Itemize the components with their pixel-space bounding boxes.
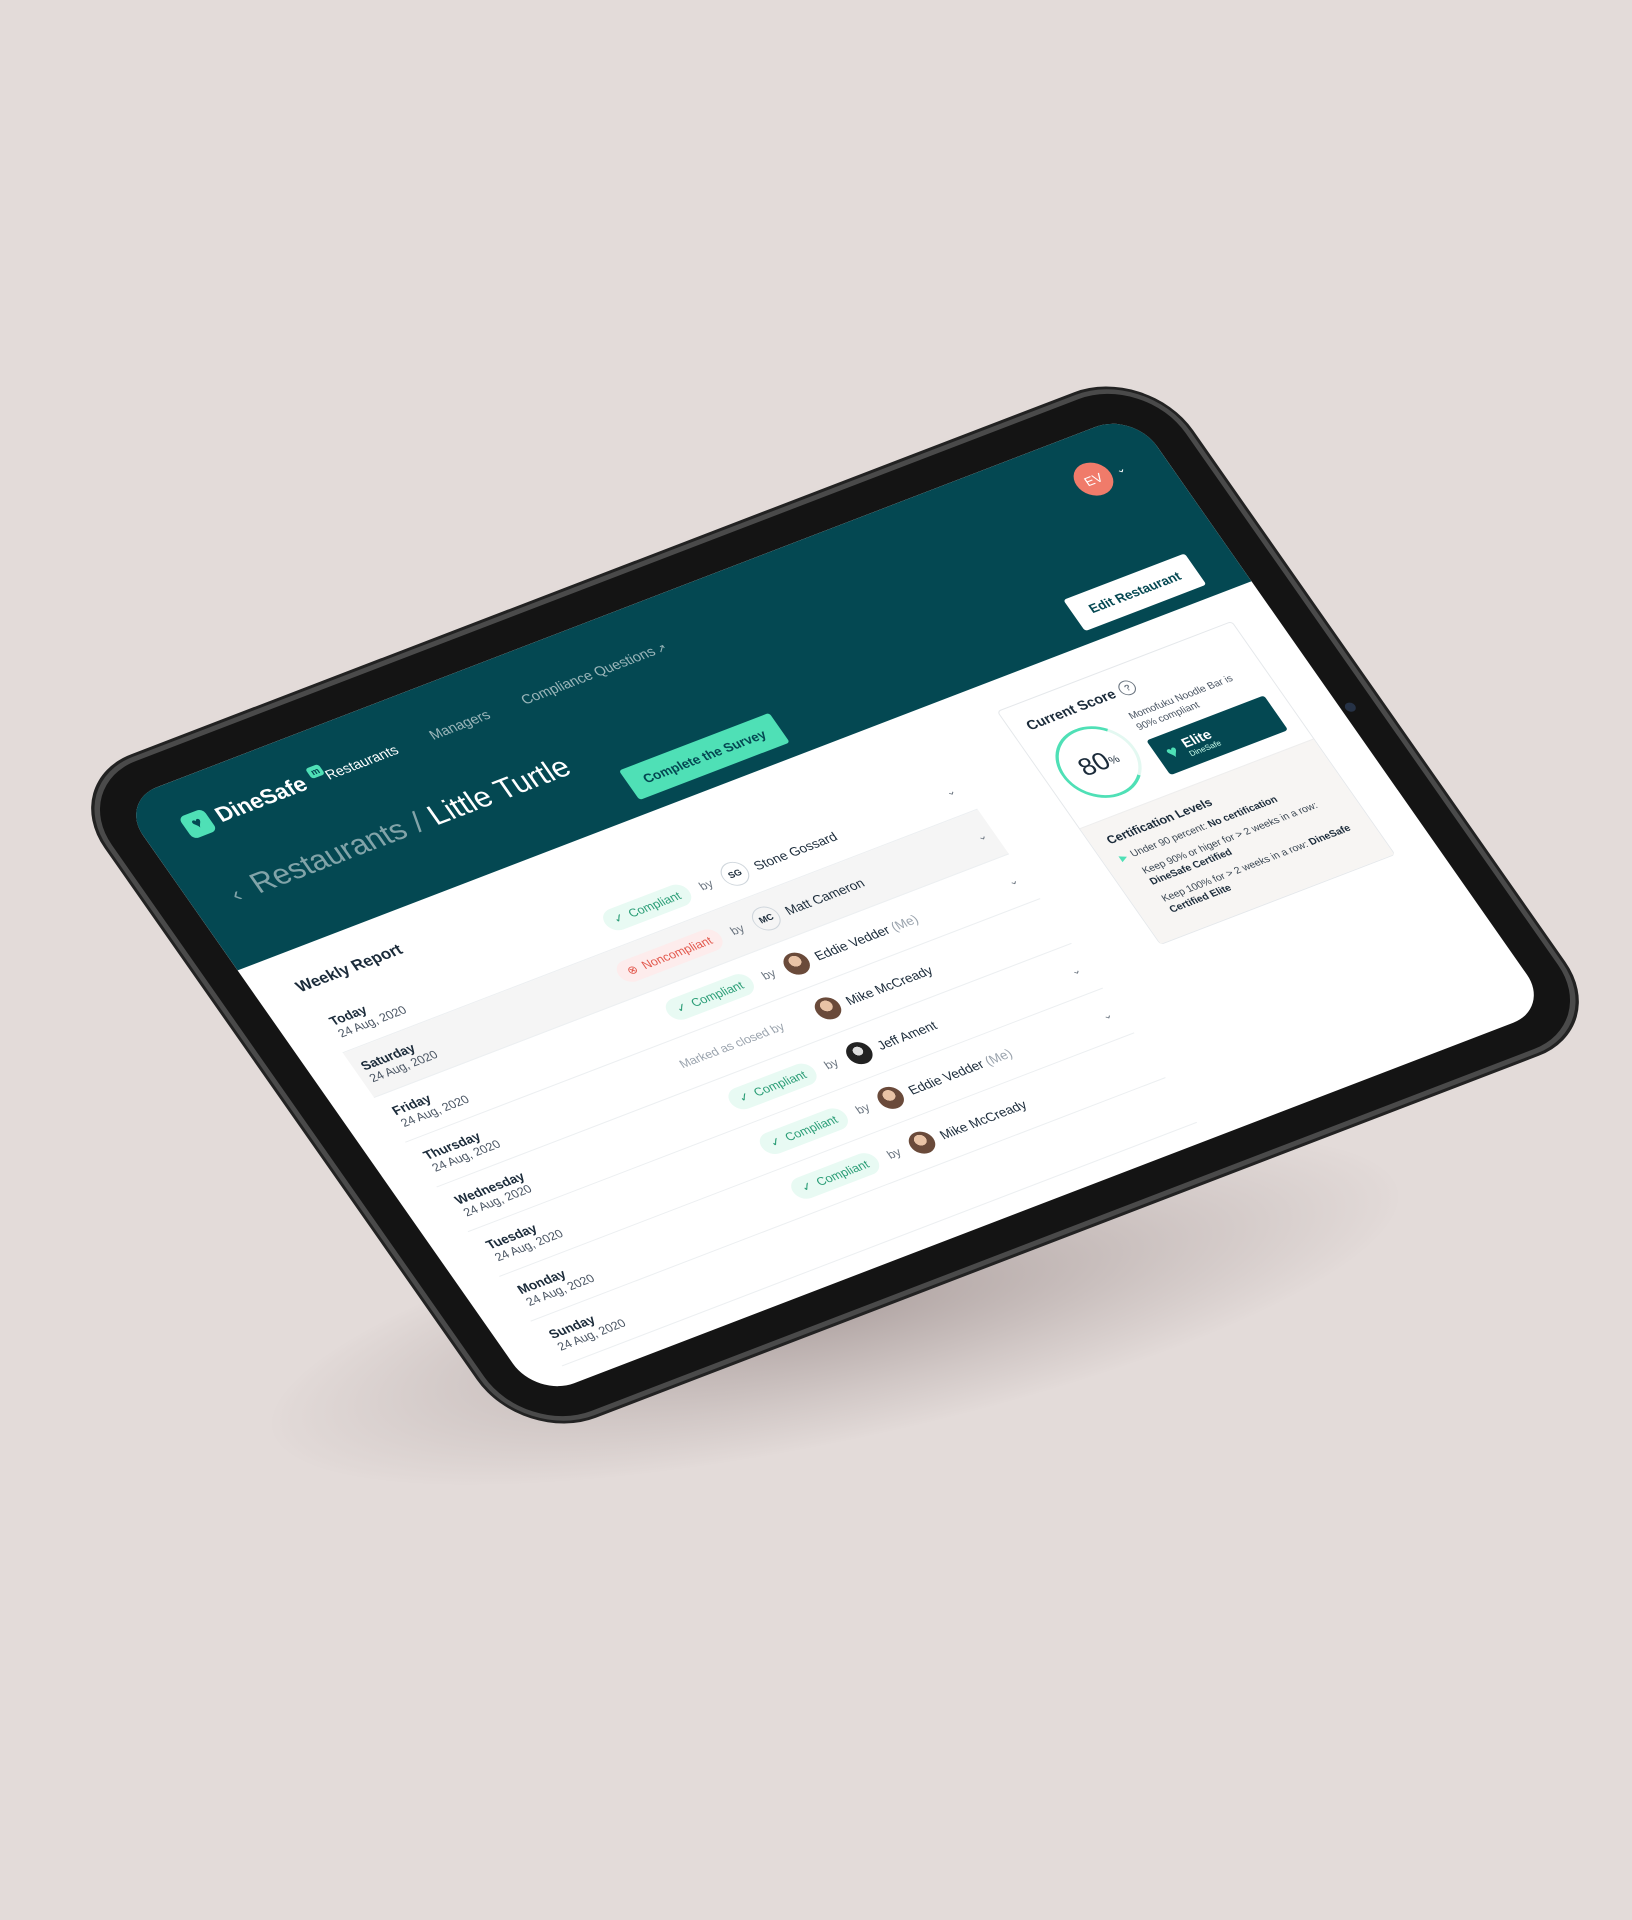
status-label: Compliant [687,978,747,1010]
avatar [841,1038,878,1068]
status-label: Noncompliant [638,933,716,972]
heart-shield-icon: ♥ [1161,741,1184,762]
status-label: Compliant [625,889,685,921]
avatar [903,1128,941,1158]
brand-badge: m [305,763,326,779]
status-label: Compliant [781,1112,841,1144]
nav-managers[interactable]: Managers [426,707,494,743]
nav-compliance-label: Compliance Questions [517,643,659,708]
camera-icon [1342,701,1358,714]
brand-logo[interactable]: ♥ DineSafe m [178,763,334,840]
by-label: by [852,1100,873,1117]
person-name: Matt Cameron [781,875,868,918]
breadcrumb: ‹ Restaurants / Little Turtle [222,751,578,909]
avatar: SG [715,858,755,890]
person-name-text: Eddie Vedder [904,1056,987,1098]
tablet-device: ♥ DineSafe m Restaurants Managers Compli… [70,373,1600,1437]
check-icon: ✓ [672,1000,691,1016]
person-name-text: Eddie Vedder [810,922,893,963]
avatar: MC [746,902,787,935]
by-label: by [758,966,779,983]
brand-name: DineSafe [209,771,313,827]
avatar [809,993,847,1023]
expand-spacer [1030,924,1049,931]
error-circle-icon: ⊗ [623,962,642,978]
expand-spacer [1124,1058,1143,1065]
avatar [778,949,815,979]
me-tag: (Me) [887,911,922,934]
check-icon: ✓ [766,1134,785,1150]
main-nav: Restaurants Managers Compliance Question… [322,639,670,783]
status-label: Compliant [750,1067,810,1100]
nav-restaurants[interactable]: Restaurants [322,742,402,783]
check-icon: ✓ [798,1178,816,1195]
person-name: Jeff Ament [873,1017,940,1053]
help-icon[interactable]: ? [1115,678,1140,698]
me-tag: (Me) [981,1045,1016,1068]
by-spacer [791,1016,810,1023]
by-label: by [695,876,717,894]
heart-shield-icon: ♥ [178,808,218,840]
check-icon: ✓ [735,1089,754,1105]
by-label: by [821,1055,842,1073]
chevron-down-icon: ⌄ [1112,462,1129,477]
by-label: by [727,921,748,938]
score-value: 80 [1071,745,1117,782]
person-name: Stone Gossard [750,828,840,873]
back-icon[interactable]: ‹ [225,883,247,908]
score-card: Current Score ? 80% Momofuku Noodle Bar … [996,620,1396,945]
check-icon: ✓ [610,910,628,926]
page-title: Little Turtle [421,751,578,832]
play-marker-icon: ▶ [1117,852,1130,863]
avatar [872,1083,909,1113]
nav-compliance-questions[interactable]: Compliance Questions↗ [517,639,669,707]
user-menu[interactable]: EV ⌄ [1065,452,1135,501]
complete-survey-button[interactable]: Complete the Survey [618,712,791,801]
edit-restaurant-button[interactable]: Edit Restaurant [1063,553,1207,632]
breadcrumb-parent[interactable]: Restaurants [244,814,415,901]
by-label: by [883,1145,905,1162]
status-label: Compliant [813,1157,872,1189]
elite-text: Elite DineSafe [1177,725,1223,758]
